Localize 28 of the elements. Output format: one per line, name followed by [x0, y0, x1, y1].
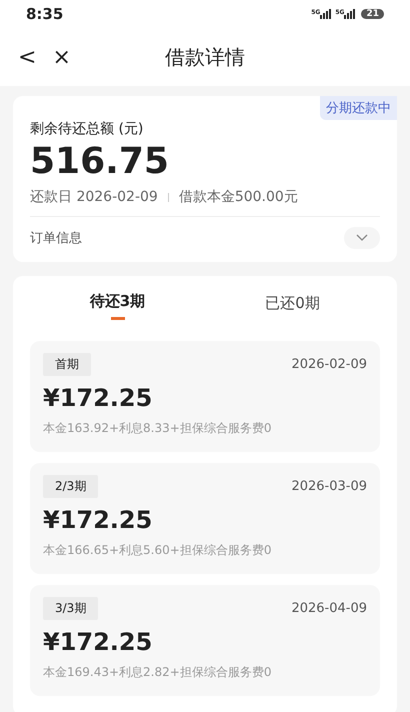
amount-breakdown: 本金166.65+利息5.60+担保综合服务费0 — [43, 542, 272, 559]
amount-breakdown: 本金163.92+利息8.33+担保综合服务费0 — [43, 420, 272, 437]
battery-level: 21 — [361, 9, 384, 19]
due-date: 还款日 2026-02-09 — [30, 188, 158, 206]
chevron-down-icon — [356, 234, 368, 242]
period-tab[interactable]: 已还0期 — [205, 276, 380, 330]
signal-icon — [320, 9, 332, 19]
period-tag: 首期 — [43, 353, 91, 376]
amount-label: 剩余待还总额 (元) — [30, 120, 144, 138]
loan-principal: 借款本金500.00元 — [178, 188, 298, 206]
period-tag: 2/3期 — [43, 475, 98, 498]
status-badge: 分期还款中 — [320, 96, 397, 120]
due-date: 2026-04-09 — [291, 601, 367, 616]
due-date: 2026-02-09 — [291, 357, 367, 372]
installment-amount: ¥172.25 — [43, 384, 154, 412]
due-date: 2026-03-09 — [291, 479, 367, 494]
signal-icon — [344, 9, 356, 19]
close-button[interactable]: × — [44, 44, 79, 70]
order-info-label: 订单信息 — [30, 230, 82, 247]
installment-amount: ¥172.25 — [43, 628, 154, 656]
amount-breakdown: 本金169.43+利息2.82+担保综合服务费0 — [43, 664, 272, 681]
page-title: 借款详情 — [165, 44, 245, 70]
period-tag: 3/3期 — [43, 597, 98, 620]
back-button[interactable]: < — [10, 44, 44, 70]
expand-button[interactable] — [344, 227, 380, 249]
total-amount: 516.75 — [30, 140, 170, 184]
clock-time: 8:35 — [26, 5, 64, 23]
installment-amount: ¥172.25 — [43, 506, 154, 534]
